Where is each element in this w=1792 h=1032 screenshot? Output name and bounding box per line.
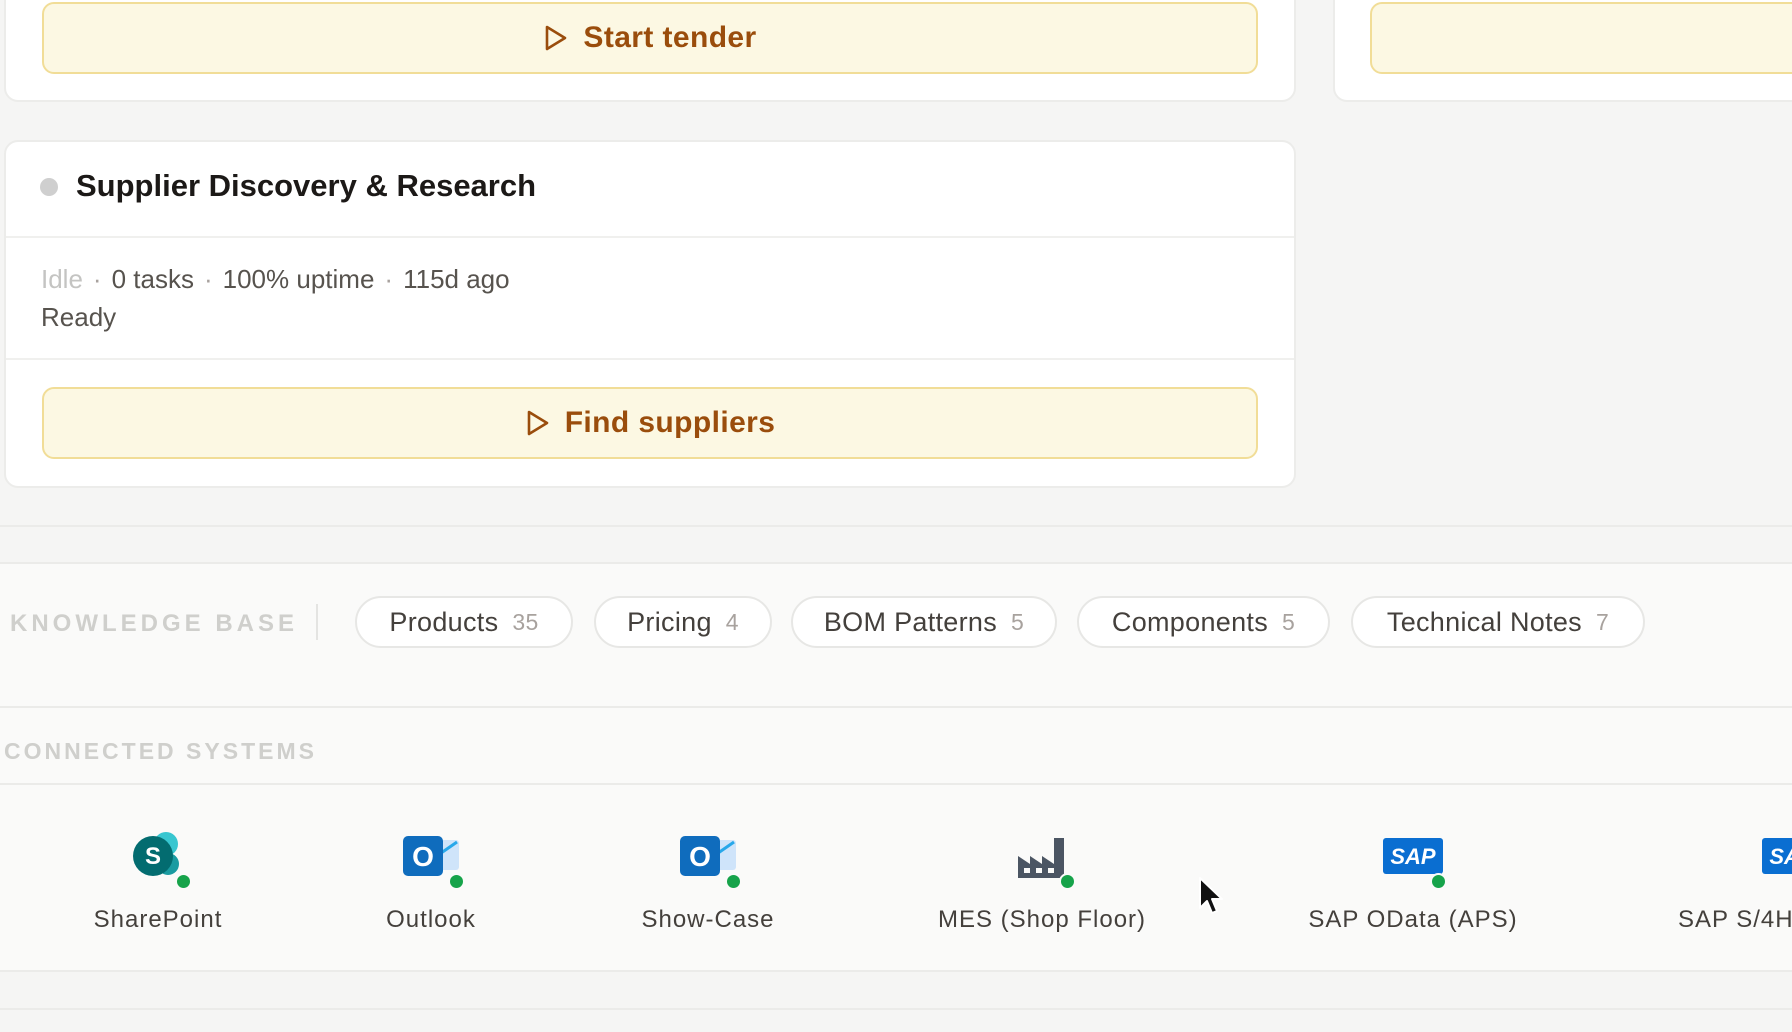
system-sap-odata[interactable]: SAP SAP OData (APS) xyxy=(1283,830,1543,950)
sap-icon: SAP xyxy=(1762,838,1792,874)
system-label: SAP OData (APS) xyxy=(1308,906,1518,933)
section-divider xyxy=(0,783,1792,785)
find-suppliers-button[interactable]: Find suppliers xyxy=(42,387,1258,459)
status-text: Idle xyxy=(41,264,83,294)
chip-count: 5 xyxy=(1011,608,1025,635)
last-seen: 115d ago xyxy=(403,264,510,294)
svg-text:O: O xyxy=(412,841,434,872)
system-label: Show-Case xyxy=(641,906,775,933)
svg-text:S: S xyxy=(145,843,161,870)
kb-chip-products[interactable]: Products 35 xyxy=(355,596,573,648)
chip-count: 35 xyxy=(512,608,539,635)
task-count: 0 tasks xyxy=(111,264,194,294)
chip-count: 7 xyxy=(1596,608,1610,635)
svg-text:O: O xyxy=(689,841,711,872)
agent-detail: Ready xyxy=(41,302,117,332)
svg-text:SAP: SAP xyxy=(1769,844,1792,869)
system-sharepoint[interactable]: S SharePoint xyxy=(28,830,288,950)
start-tender-button[interactable]: Start tender xyxy=(42,2,1258,74)
kb-chip-technical-notes[interactable]: Technical Notes 7 xyxy=(1351,596,1645,648)
online-status-dot xyxy=(448,873,465,890)
connected-systems-label: CONNECTED SYSTEMS xyxy=(4,738,317,764)
play-icon xyxy=(546,25,567,51)
kb-chip-bom-patterns[interactable]: BOM Patterns 5 xyxy=(791,596,1057,648)
system-mes-shop-floor[interactable]: MES (Shop Floor) xyxy=(912,830,1172,950)
kb-chip-pricing[interactable]: Pricing 4 xyxy=(594,596,772,648)
system-outlook[interactable]: O Outlook xyxy=(301,830,561,950)
system-show-case[interactable]: O Show-Case xyxy=(578,830,838,950)
find-suppliers-label: Find suppliers xyxy=(564,406,776,439)
agent-action-button-right[interactable] xyxy=(1370,2,1792,74)
mouse-cursor-icon xyxy=(1199,877,1223,914)
online-status-dot xyxy=(725,873,742,890)
online-status-dot xyxy=(1059,873,1076,890)
kb-chip-components[interactable]: Components 5 xyxy=(1077,596,1330,648)
system-label: SharePoint xyxy=(93,906,223,933)
section-divider xyxy=(0,1008,1792,1010)
status-dot xyxy=(40,178,58,196)
section-divider xyxy=(0,525,1792,527)
start-tender-label: Start tender xyxy=(583,21,757,54)
system-label: MES (Shop Floor) xyxy=(937,906,1147,933)
system-label: SAP S/4H xyxy=(1678,906,1792,933)
uptime: 100% uptime xyxy=(222,264,375,294)
agent-title: Supplier Discovery & Research xyxy=(76,168,537,203)
svg-text:SAP: SAP xyxy=(1390,844,1436,869)
section-divider xyxy=(0,970,1792,972)
knowledge-base-label: KNOWLEDGE BASE xyxy=(10,610,299,637)
chip-count: 4 xyxy=(725,608,739,635)
kb-separator xyxy=(316,604,318,640)
card-divider xyxy=(6,358,1294,360)
section-divider xyxy=(0,562,1792,564)
online-status-dot xyxy=(175,873,192,890)
agent-meta: Idle · 0 tasks · 100% uptime · 115d ago xyxy=(41,264,510,294)
online-status-dot xyxy=(1430,873,1447,890)
chip-count: 5 xyxy=(1282,608,1296,635)
card-divider xyxy=(6,236,1294,238)
play-icon xyxy=(527,410,548,436)
system-label: Outlook xyxy=(386,906,476,933)
